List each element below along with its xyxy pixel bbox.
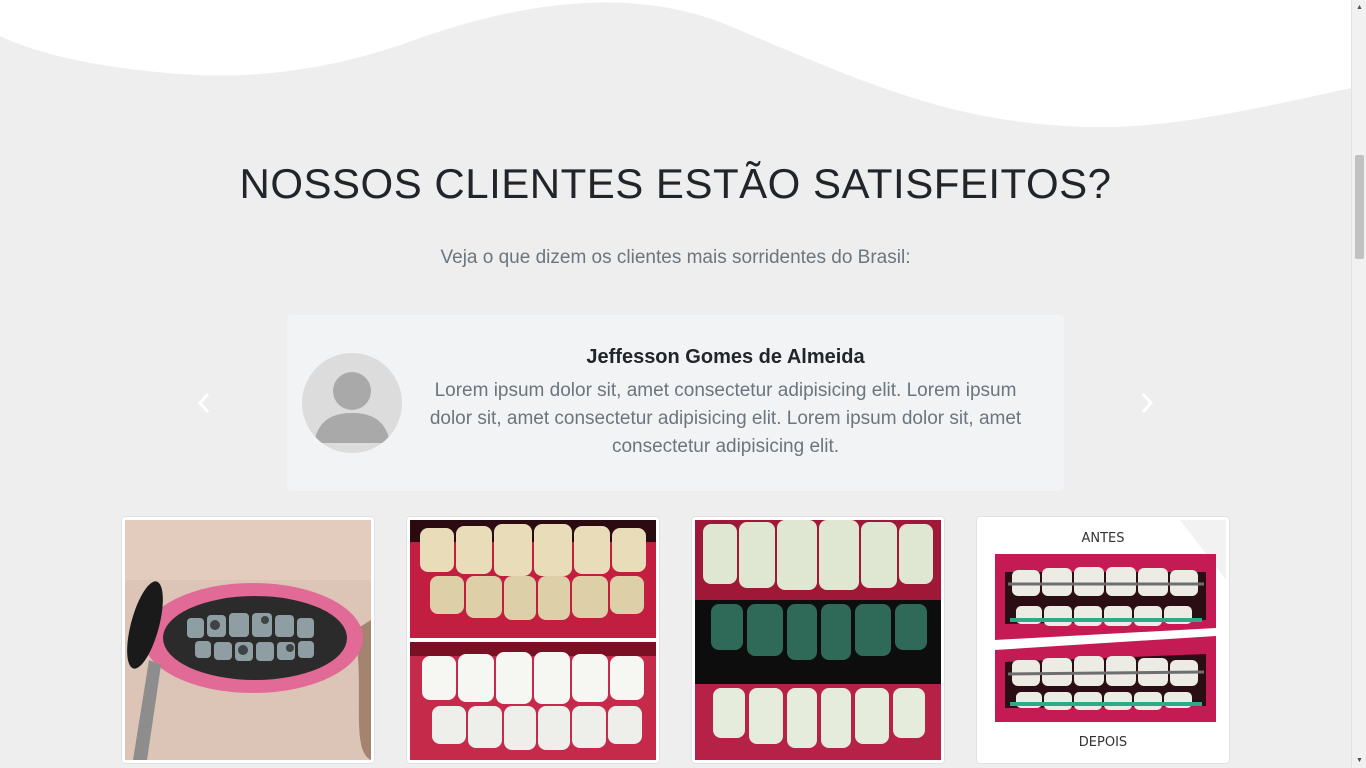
- whitening-before-after-photo[interactable]: [406, 516, 660, 764]
- charcoal-teeth-before-after-image: [695, 520, 941, 760]
- section-title: NOSSOS CLIENTES ESTÃO SATISFEITOS?: [239, 160, 1112, 207]
- avatar: [302, 353, 402, 453]
- charcoal-brushing-image: [125, 520, 371, 760]
- user-placeholder-icon: [302, 353, 402, 453]
- braces-before-after-photo[interactable]: ANTES DEPOIS: [976, 516, 1230, 764]
- braces-before-after-image: ANTES DEPOIS: [980, 520, 1226, 760]
- carousel-prev-button[interactable]: [192, 390, 216, 416]
- scrollbar-thumb[interactable]: [1355, 155, 1364, 259]
- charcoal-brushing-photo[interactable]: [121, 516, 375, 764]
- whitening-before-after-image: [410, 520, 656, 760]
- testimonial-name: Jeffesson Gomes de Almeida: [586, 346, 865, 368]
- before-caption: ANTES: [1081, 531, 1124, 546]
- carousel-next-button[interactable]: [1135, 390, 1159, 416]
- section-subtitle: Veja o que dizem os clientes mais sorrid…: [440, 247, 911, 268]
- charcoal-teeth-before-after-photo[interactable]: [691, 516, 945, 764]
- chevron-left-icon: [198, 393, 210, 413]
- top-wave-divider: [0, 0, 1351, 128]
- chevron-right-icon: [1141, 393, 1153, 413]
- scroll-up-arrow-icon[interactable]: ▲: [1352, 0, 1366, 15]
- scroll-down-arrow-icon[interactable]: ▼: [1352, 753, 1366, 768]
- after-caption: DEPOIS: [1079, 735, 1127, 750]
- page-scrollbar[interactable]: ▲ ▼: [1351, 0, 1366, 768]
- testimonial-text: Lorem ipsum dolor sit, amet consectetur …: [429, 380, 1022, 457]
- testimonial-card: Jeffesson Gomes de Almeida Lorem ipsum d…: [287, 315, 1064, 491]
